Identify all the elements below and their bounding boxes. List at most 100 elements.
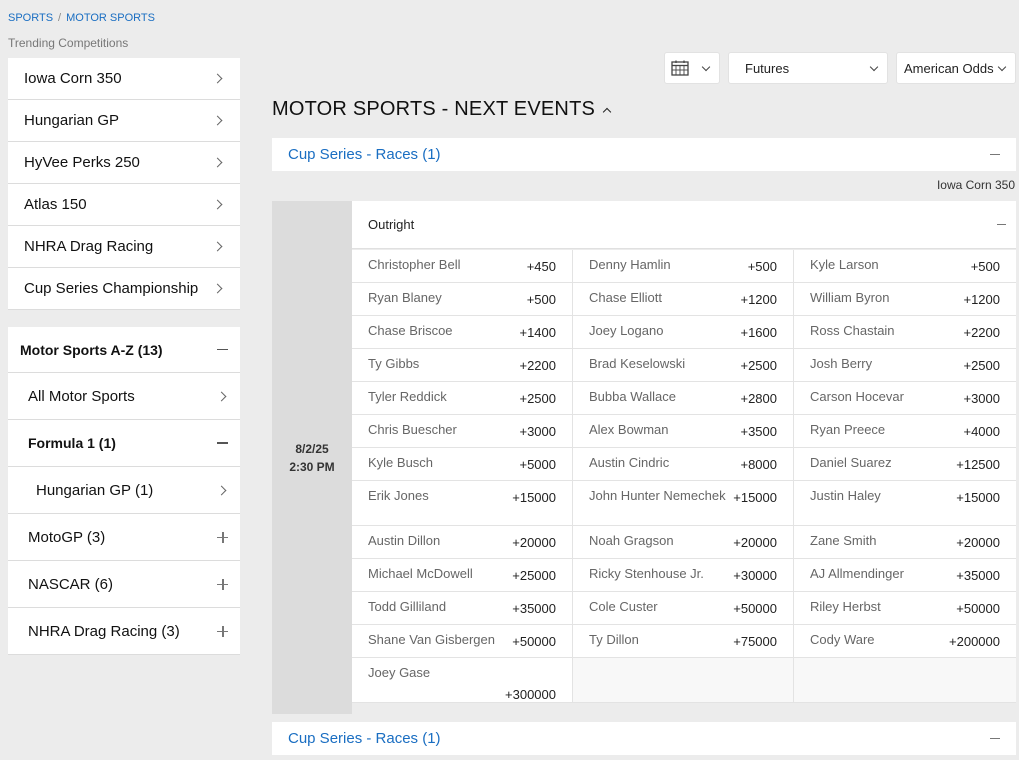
trending-item-label: Cup Series Championship: [24, 280, 199, 297]
odds-selection[interactable]: Kyle Larson +500: [794, 250, 1016, 282]
empty-cell: [794, 658, 1016, 702]
trending-item-atlas-150[interactable]: Atlas 150: [8, 184, 240, 226]
odds-selection[interactable]: Josh Berry +2500: [794, 349, 1016, 381]
odds-selection[interactable]: Ricky Stenhouse Jr. +30000: [573, 559, 794, 591]
odds-selection[interactable]: Cody Ware +200000: [794, 625, 1016, 657]
az-item-formula-1[interactable]: Formula 1 (1): [8, 420, 240, 467]
breadcrumb-motor-sports-link[interactable]: MOTOR SPORTS: [66, 12, 155, 24]
odds-value: +300000: [505, 687, 556, 702]
odds-selection[interactable]: Daniel Suarez +12500: [794, 448, 1016, 480]
odds-value: +2200: [963, 325, 1000, 340]
odds-selection[interactable]: William Byron +1200: [794, 283, 1016, 315]
empty-cell: [573, 658, 794, 702]
chevron-down-icon: [701, 62, 711, 71]
az-item-hungarian-gp[interactable]: Hungarian GP (1): [8, 467, 240, 514]
expand-plus-icon: [217, 531, 228, 543]
odds-selection[interactable]: Justin Haley +15000: [794, 481, 1016, 525]
driver-name: Denny Hamlin: [589, 257, 671, 272]
driver-name: Ryan Preece: [810, 422, 886, 437]
market-type-dropdown[interactable]: Futures: [728, 52, 888, 84]
odds-selection[interactable]: Chris Buescher +3000: [352, 415, 573, 447]
odds-row: Christopher Bell +450 Denny Hamlin +500 Kyle…: [352, 250, 1016, 283]
odds-selection[interactable]: Riley Herbst +50000: [794, 592, 1016, 624]
odds-value: +4000: [963, 424, 1000, 439]
odds-selection[interactable]: Chase Briscoe +1400: [352, 316, 573, 348]
odds-selection[interactable]: Cole Custer +50000: [573, 592, 794, 624]
odds-selection[interactable]: John Hunter Nemechek +15000: [573, 481, 794, 525]
odds-selection[interactable]: Tyler Reddick +2500: [352, 382, 573, 414]
odds-value: +1600: [740, 325, 777, 340]
competition-header-secondary[interactable]: Cup Series - Races (1): [272, 722, 1016, 755]
market-type-value: Futures: [745, 60, 790, 76]
driver-name: Chase Briscoe: [368, 323, 453, 338]
odds-row: Erik Jones +15000 John Hunter Nemechek +150…: [352, 481, 1016, 526]
driver-name: Chase Elliott: [589, 290, 662, 305]
odds-row: Ty Gibbs +2200 Brad Keselowski +2500 Josh Be…: [352, 349, 1016, 382]
chevron-right-icon: [212, 115, 223, 126]
market-header[interactable]: Outright: [352, 201, 1016, 249]
breadcrumb-sports-link[interactable]: SPORTS: [8, 12, 53, 24]
az-item-nascar[interactable]: NASCAR (6): [8, 561, 240, 608]
odds-selection[interactable]: Carson Hocevar +3000: [794, 382, 1016, 414]
odds-value: +500: [747, 259, 777, 274]
odds-selection[interactable]: Ty Dillon +75000: [573, 625, 794, 657]
odds-value: +3500: [740, 424, 777, 439]
driver-name: John Hunter Nemechek: [589, 488, 726, 503]
odds-row: Michael McDowell +25000 Ricky Stenhouse Jr…: [352, 559, 1016, 592]
az-item-all-motor-sports[interactable]: All Motor Sports: [8, 373, 240, 420]
odds-value: +15000: [733, 490, 777, 505]
trending-item-label: Iowa Corn 350: [24, 70, 122, 87]
odds-value: +5000: [519, 457, 556, 472]
trending-item-iowa-corn-350[interactable]: Iowa Corn 350: [8, 58, 240, 100]
odds-selection[interactable]: Christopher Bell +450: [352, 250, 573, 282]
calendar-dropdown[interactable]: [664, 52, 720, 84]
odds-selection[interactable]: AJ Allmendinger +35000: [794, 559, 1016, 591]
odds-value: +20000: [956, 535, 1000, 550]
az-item-label: All Motor Sports: [28, 387, 135, 405]
odds-selection[interactable]: Joey Logano +1600: [573, 316, 794, 348]
odds-selection[interactable]: Zane Smith +20000: [794, 526, 1016, 558]
odds-selection[interactable]: Chase Elliott +1200: [573, 283, 794, 315]
odds-value: +12500: [956, 457, 1000, 472]
odds-selection[interactable]: Shane Van Gisbergen +50000: [352, 625, 573, 657]
az-item-motogp[interactable]: MotoGP (3): [8, 514, 240, 561]
odds-selection[interactable]: Ryan Preece +4000: [794, 415, 1016, 447]
odds-selection[interactable]: Alex Bowman +3500: [573, 415, 794, 447]
driver-name: Michael McDowell: [368, 566, 473, 581]
odds-selection[interactable]: Austin Dillon +20000: [352, 526, 573, 558]
odds-value: +1200: [740, 292, 777, 307]
odds-value: +500: [526, 292, 556, 307]
odds-selection[interactable]: Austin Cindric +8000: [573, 448, 794, 480]
odds-selection[interactable]: Todd Gilliland +35000: [352, 592, 573, 624]
trending-item-hungarian-gp[interactable]: Hungarian GP: [8, 100, 240, 142]
competition-header[interactable]: Cup Series - Races (1): [272, 138, 1016, 171]
az-header[interactable]: Motor Sports A-Z (13): [8, 327, 240, 373]
odds-selection[interactable]: Kyle Busch +5000: [352, 448, 573, 480]
trending-item-hyvee-perks-250[interactable]: HyVee Perks 250: [8, 142, 240, 184]
odds-selection[interactable]: Bubba Wallace +2800: [573, 382, 794, 414]
collapse-minus-icon: [997, 224, 1006, 225]
odds-selection[interactable]: Ross Chastain +2200: [794, 316, 1016, 348]
trending-item-cup-series-championship[interactable]: Cup Series Championship: [8, 268, 240, 310]
odds-selection[interactable]: Brad Keselowski +2500: [573, 349, 794, 381]
trending-competitions-label: Trending Competitions: [8, 36, 129, 50]
trending-item-nhra-drag-racing[interactable]: NHRA Drag Racing: [8, 226, 240, 268]
odds-format-dropdown[interactable]: American Odds: [896, 52, 1016, 84]
odds-grid: Christopher Bell +450 Denny Hamlin +500 Kyle…: [352, 250, 1016, 703]
odds-selection[interactable]: Noah Gragson +20000: [573, 526, 794, 558]
az-item-nhra-drag-racing[interactable]: NHRA Drag Racing (3): [8, 608, 240, 655]
odds-selection[interactable]: Erik Jones +15000: [352, 481, 573, 525]
odds-selection[interactable]: Joey Gase +300000: [352, 658, 573, 702]
odds-value: +25000: [512, 568, 556, 583]
odds-selection[interactable]: Denny Hamlin +500: [573, 250, 794, 282]
driver-name: Shane Van Gisbergen: [368, 632, 495, 647]
expand-plus-icon: [217, 625, 228, 637]
odds-selection[interactable]: Ty Gibbs +2200: [352, 349, 573, 381]
driver-name: Alex Bowman: [589, 422, 669, 437]
chevron-right-icon: [212, 157, 223, 168]
odds-selection[interactable]: Michael McDowell +25000: [352, 559, 573, 591]
odds-value: +1200: [963, 292, 1000, 307]
section-title[interactable]: MOTOR SPORTS - NEXT EVENTS: [272, 98, 612, 121]
odds-selection[interactable]: Ryan Blaney +500: [352, 283, 573, 315]
trending-item-label: NHRA Drag Racing: [24, 238, 154, 255]
